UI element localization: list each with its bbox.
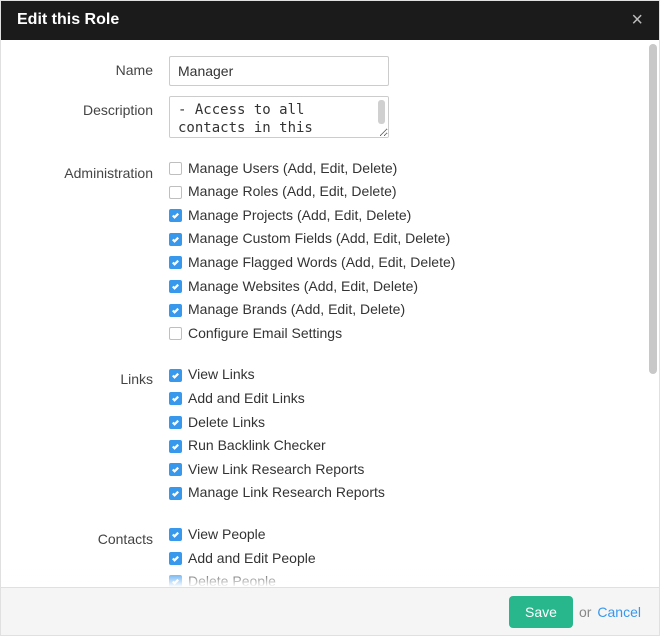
checkbox-row: Run Backlink Checker — [169, 436, 631, 456]
checkbox-label: Manage Users (Add, Edit, Delete) — [188, 159, 397, 179]
checkbox-label: Manage Websites (Add, Edit, Delete) — [188, 277, 418, 297]
checkbox[interactable] — [169, 552, 182, 565]
checkbox-row: Manage Link Research Reports — [169, 483, 631, 503]
checkbox-row: Manage Users (Add, Edit, Delete) — [169, 159, 631, 179]
checkbox-label: Manage Custom Fields (Add, Edit, Delete) — [188, 229, 450, 249]
contacts-label: Contacts — [29, 525, 169, 547]
checkbox-label: Configure Email Settings — [188, 324, 342, 344]
checkbox-row: Delete Links — [169, 413, 631, 433]
description-field — [169, 96, 631, 141]
checkbox-row: Manage Flagged Words (Add, Edit, Delete) — [169, 253, 631, 273]
row-name: Name — [29, 56, 631, 86]
checkbox-row: Manage Projects (Add, Edit, Delete) — [169, 206, 631, 226]
name-field — [169, 56, 631, 86]
name-input[interactable] — [169, 56, 389, 86]
checkbox[interactable] — [169, 575, 182, 587]
checkbox[interactable] — [169, 369, 182, 382]
section-administration: Administration Manage Users (Add, Edit, … — [29, 159, 631, 348]
name-label: Name — [29, 56, 169, 78]
links-label: Links — [29, 365, 169, 387]
modal-body-wrap: Name Description Administration Manage U… — [1, 40, 659, 588]
checkbox[interactable] — [169, 233, 182, 246]
modal-footer: Save or Cancel — [1, 587, 659, 635]
checkbox[interactable] — [169, 487, 182, 500]
close-button[interactable]: × — [631, 10, 643, 30]
checkbox[interactable] — [169, 440, 182, 453]
checkbox[interactable] — [169, 463, 182, 476]
checkbox[interactable] — [169, 416, 182, 429]
modal-header: Edit this Role × — [1, 1, 659, 40]
checkbox-row: Manage Roles (Add, Edit, Delete) — [169, 182, 631, 202]
checkbox[interactable] — [169, 392, 182, 405]
description-label: Description — [29, 96, 169, 118]
checkbox-row: Manage Custom Fields (Add, Edit, Delete) — [169, 229, 631, 249]
checkbox-row: Add and Edit Links — [169, 389, 631, 409]
checkbox[interactable] — [169, 209, 182, 222]
checkbox-row: Add and Edit People — [169, 549, 631, 569]
row-description: Description — [29, 96, 631, 141]
administration-list: Manage Users (Add, Edit, Delete) Manage R… — [169, 159, 631, 348]
checkbox[interactable] — [169, 327, 182, 340]
checkbox-label: View Links — [188, 365, 255, 385]
checkbox[interactable] — [169, 280, 182, 293]
checkbox-label: View Link Research Reports — [188, 460, 364, 480]
checkbox-row: View People — [169, 525, 631, 545]
checkbox-row: Manage Websites (Add, Edit, Delete) — [169, 277, 631, 297]
checkbox-label: Delete Links — [188, 413, 265, 433]
section-contacts: Contacts View People Add and Edit People D… — [29, 525, 631, 587]
description-textarea[interactable] — [169, 96, 389, 138]
checkbox-label: Add and Edit Links — [188, 389, 305, 409]
administration-label: Administration — [29, 159, 169, 181]
modal-body[interactable]: Name Description Administration Manage U… — [1, 40, 659, 588]
modal-title: Edit this Role — [17, 11, 119, 29]
checkbox-row: Delete People — [169, 572, 631, 587]
checkbox[interactable] — [169, 304, 182, 317]
checkbox-label: Manage Brands (Add, Edit, Delete) — [188, 300, 405, 320]
checkbox-row: View Link Research Reports — [169, 460, 631, 480]
contacts-list: View People Add and Edit People Delete Peo… — [169, 525, 631, 587]
checkbox[interactable] — [169, 528, 182, 541]
checkbox-label: Manage Projects (Add, Edit, Delete) — [188, 206, 411, 226]
checkbox-row: Configure Email Settings — [169, 324, 631, 344]
checkbox-label: View People — [188, 525, 266, 545]
checkbox[interactable] — [169, 256, 182, 269]
save-button[interactable]: Save — [509, 596, 573, 628]
checkbox-row: Manage Brands (Add, Edit, Delete) — [169, 300, 631, 320]
checkbox[interactable] — [169, 186, 182, 199]
checkbox-label: Run Backlink Checker — [188, 436, 326, 456]
checkbox-label: Delete People — [188, 572, 276, 587]
checkbox-label: Manage Roles (Add, Edit, Delete) — [188, 182, 397, 202]
links-list: View Links Add and Edit Links Delete Links… — [169, 365, 631, 507]
close-icon: × — [631, 9, 643, 31]
section-links: Links View Links Add and Edit Links Delete… — [29, 365, 631, 507]
or-text: or — [579, 604, 591, 620]
checkbox-row: View Links — [169, 365, 631, 385]
checkbox-label: Add and Edit People — [188, 549, 316, 569]
checkbox-label: Manage Link Research Reports — [188, 483, 385, 503]
cancel-link[interactable]: Cancel — [597, 604, 641, 620]
edit-role-modal: Edit this Role × Name Description — [0, 0, 660, 636]
checkbox[interactable] — [169, 162, 182, 175]
checkbox-label: Manage Flagged Words (Add, Edit, Delete) — [188, 253, 455, 273]
